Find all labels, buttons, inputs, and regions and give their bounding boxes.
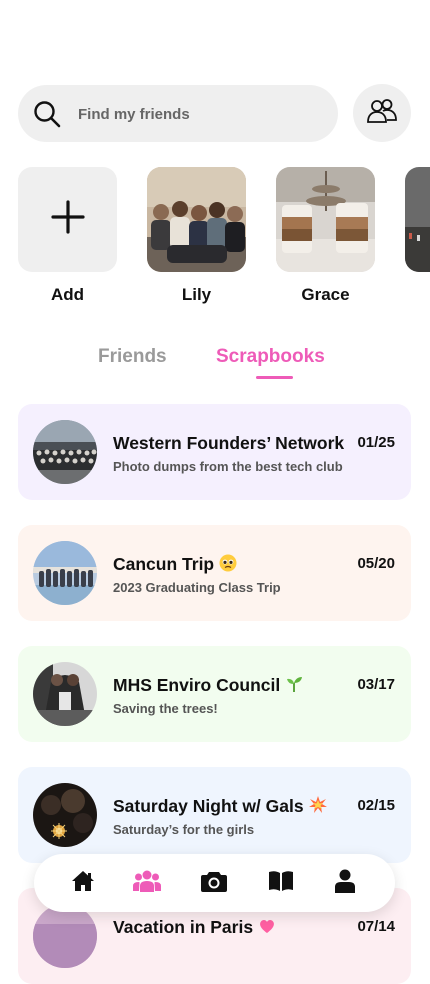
scrapbook-title: Cancun Trip — [113, 554, 349, 577]
scrapbook-subtitle: 2023 Graduating Class Trip — [113, 580, 281, 595]
pleading-face-icon — [219, 554, 237, 577]
home-icon — [71, 870, 95, 897]
scrapbook-date: 02/15 — [357, 797, 395, 814]
story-add[interactable]: Add — [18, 167, 117, 304]
story-name: Add — [50, 285, 85, 304]
tab-friends[interactable]: Friends — [98, 346, 167, 368]
scrapbook-card[interactable]: Saturday Night w/ Gals Saturday’s for th… — [18, 767, 411, 863]
nav-scrapbooks[interactable] — [268, 870, 294, 896]
nav-profile[interactable] — [332, 869, 358, 898]
sparkle-burst-icon — [308, 796, 327, 819]
story-partial[interactable] — [405, 167, 430, 272]
story-photo[interactable] — [147, 167, 246, 272]
profile-icon — [335, 869, 355, 898]
scrapbook-avatar — [33, 662, 97, 726]
scrapbook-subtitle: Photo dumps from the best tech club — [113, 459, 343, 474]
scrapbook-date: 07/14 — [357, 918, 395, 935]
friends-icon — [133, 869, 161, 898]
sparkling-heart-icon — [258, 917, 276, 940]
story-name: Lily — [181, 285, 212, 304]
story-name: Grace — [301, 285, 350, 304]
scrapbook-card[interactable]: MHS Enviro Council Saving the trees! 03/… — [18, 646, 411, 742]
scrapbook-card[interactable]: Western Founders’ Network Photo dumps fr… — [18, 404, 411, 500]
scrapbook-avatar — [33, 904, 97, 968]
scrapbook-subtitle: Saving the trees! — [113, 701, 218, 716]
story-photo[interactable] — [405, 167, 430, 272]
scrapbook-title: Saturday Night w/ Gals — [113, 796, 349, 819]
scrapbook-title: Vacation in Paris — [113, 917, 349, 940]
book-icon — [268, 870, 294, 897]
nav-camera[interactable] — [201, 870, 227, 896]
scrapbook-avatar — [33, 783, 97, 847]
tab-scrapbooks[interactable]: Scrapbooks — [216, 346, 325, 368]
plus-icon — [50, 200, 85, 239]
scrapbook-date: 01/25 — [357, 434, 395, 451]
search-input[interactable] — [76, 85, 330, 144]
scrapbook-date: 05/20 — [357, 555, 395, 572]
nav-home[interactable] — [70, 870, 96, 896]
story-photo[interactable] — [276, 167, 375, 272]
bottom-nav — [34, 854, 395, 912]
story-grace[interactable]: Grace — [276, 167, 375, 304]
scrapbook-title: MHS Enviro Council — [113, 675, 349, 698]
friends-list-button[interactable] — [353, 84, 411, 142]
scrapbook-subtitle: Saturday’s for the girls — [113, 822, 255, 837]
active-tab-indicator — [256, 376, 293, 379]
story-lily[interactable]: Lily — [147, 167, 246, 304]
people-icon — [366, 98, 398, 129]
tab-bar: Friends Scrapbooks — [0, 346, 430, 386]
search-bar[interactable] — [18, 85, 338, 144]
search-icon — [32, 99, 62, 129]
scrapbook-avatar — [33, 541, 97, 605]
seedling-icon — [285, 675, 303, 698]
camera-icon — [201, 870, 227, 897]
scrapbook-title: Western Founders’ Network — [113, 433, 345, 453]
nav-friends[interactable] — [133, 870, 161, 896]
scrapbook-date: 03/17 — [357, 676, 395, 693]
scrapbook-avatar — [33, 420, 97, 484]
scrapbook-card[interactable]: Cancun Trip 2023 Graduating Class Trip 0… — [18, 525, 411, 621]
add-story-button[interactable] — [18, 167, 117, 272]
